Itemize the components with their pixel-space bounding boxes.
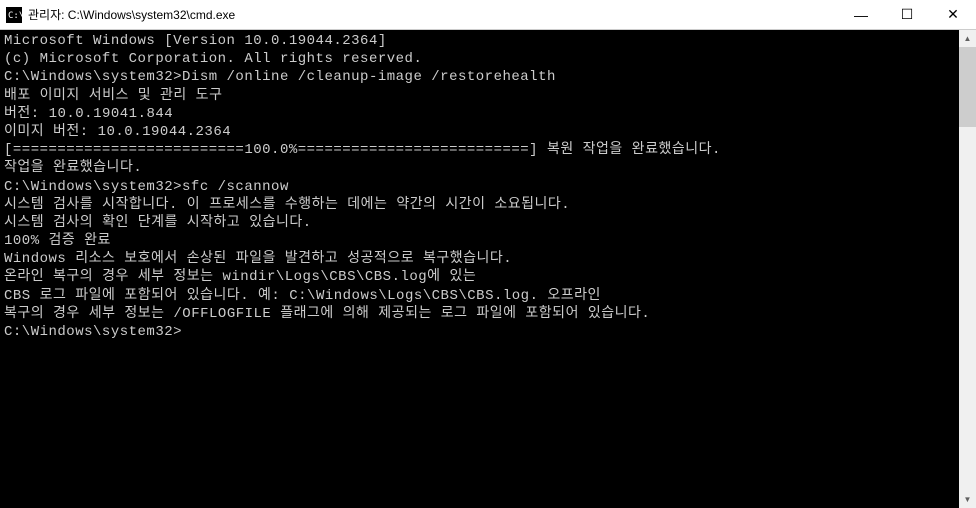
window-title: 관리자: C:\Windows\system32\cmd.exe [28,6,838,23]
terminal-line: (c) Microsoft Corporation. All rights re… [4,50,972,68]
scrollbar-thumb[interactable] [959,47,976,127]
terminal-line: 100% 검증 완료 [4,232,972,250]
window-controls: — ☐ ✕ [838,0,976,29]
terminal-line: 배포 이미지 서비스 및 관리 도구 [4,87,972,105]
scrollbar-up-arrow[interactable]: ▲ [959,30,976,47]
terminal-line: C:\Windows\system32>sfc /scannow [4,178,972,196]
terminal-line: 복구의 경우 세부 정보는 /OFFLOGFILE 플래그에 의해 제공되는 로… [4,305,972,323]
scrollbar-down-arrow[interactable]: ▼ [959,491,976,508]
svg-text:C:\: C:\ [8,11,22,21]
terminal-line: 버전: 10.0.19041.844 [4,105,972,123]
terminal-line: [==========================100.0%=======… [4,141,972,159]
terminal-line: 시스템 검사의 확인 단계를 시작하고 있습니다. [4,214,972,232]
terminal-line: CBS 로그 파일에 포함되어 있습니다. 예: C:\Windows\Logs… [4,287,972,305]
terminal-line: 온라인 복구의 경우 세부 정보는 windir\Logs\CBS\CBS.lo… [4,268,972,286]
terminal-line: C:\Windows\system32>Dism /online /cleanu… [4,68,972,86]
terminal-output[interactable]: Microsoft Windows [Version 10.0.19044.23… [0,30,976,508]
terminal-line: Microsoft Windows [Version 10.0.19044.23… [4,32,972,50]
terminal-line: 시스템 검사를 시작합니다. 이 프로세스를 수행하는 데에는 약간의 시간이 … [4,196,972,214]
terminal-line: Windows 리소스 보호에서 손상된 파일을 발견하고 성공적으로 복구했습… [4,250,972,268]
maximize-button[interactable]: ☐ [884,0,930,29]
terminal-line: 작업을 완료했습니다. [4,159,972,177]
minimize-button[interactable]: — [838,0,884,29]
terminal-line: 이미지 버전: 10.0.19044.2364 [4,123,972,141]
cmd-icon: C:\ [6,7,22,23]
scrollbar[interactable]: ▲ ▼ [959,30,976,508]
close-button[interactable]: ✕ [930,0,976,29]
terminal-prompt: C:\Windows\system32> [4,323,972,341]
titlebar[interactable]: C:\ 관리자: C:\Windows\system32\cmd.exe — ☐… [0,0,976,30]
